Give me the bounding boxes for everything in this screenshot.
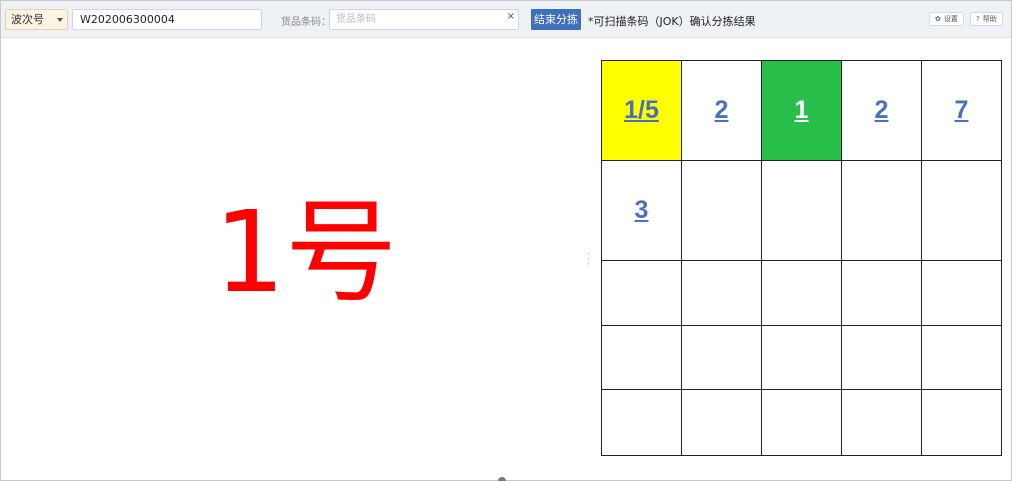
grid-row (601, 389, 1002, 456)
grid-cell (841, 389, 922, 456)
grid-cell-count[interactable]: 7 (955, 96, 969, 124)
grid-cell (921, 325, 1002, 390)
gear-icon: ✿ (935, 15, 941, 23)
question-icon: ? (976, 15, 980, 23)
wave-type-select[interactable]: 波次号 (5, 9, 68, 30)
help-label: 帮助 (982, 15, 997, 23)
grid-cell[interactable]: 2 (681, 60, 762, 161)
bottom-resize-handle[interactable] (498, 477, 506, 481)
grid-cell (601, 325, 682, 390)
grid-cell[interactable]: 2 (841, 60, 922, 161)
barcode-placeholder: 货品条码 (336, 14, 376, 25)
grid-cell (921, 260, 1002, 326)
grid-cell (841, 160, 922, 261)
grid-cell (921, 160, 1002, 261)
grid-cell[interactable]: 1 (761, 60, 842, 161)
grid-cell (681, 389, 762, 456)
grid-cell (841, 260, 922, 326)
settings-label: 设置 (943, 15, 958, 23)
panel-splitter-handle[interactable]: · · · (587, 251, 590, 270)
grid-cell[interactable]: 7 (921, 60, 1002, 161)
settings-button[interactable]: ✿ 设置 (929, 12, 964, 26)
grid-cell[interactable]: 3 (601, 160, 682, 261)
close-icon[interactable]: × (507, 10, 515, 24)
grid-cell (761, 325, 842, 390)
end-sorting-button[interactable]: 结束分拣 (531, 9, 581, 30)
chevron-down-icon (57, 18, 63, 22)
grid-cell (681, 260, 762, 326)
wave-type-label: 波次号 (11, 13, 44, 26)
grid-cell (761, 389, 842, 456)
grid-cell-count[interactable]: 2 (875, 96, 889, 124)
wave-number-input[interactable]: W202006300004 (72, 9, 262, 30)
scan-hint: *可扫描条码（JOK）确认分拣结果 (588, 15, 756, 28)
grid-cell-count[interactable]: 1 (795, 96, 809, 124)
grid-row (601, 260, 1002, 326)
grid-cell (921, 389, 1002, 456)
grid-cell (761, 160, 842, 261)
grid-row: 1/5 2 1 2 7 (601, 60, 1002, 161)
help-button[interactable]: ? 帮助 (970, 12, 1003, 26)
grid-cell (841, 325, 922, 390)
grid-cell-count[interactable]: 2 (715, 96, 729, 124)
barcode-input[interactable]: 货品条码 × (329, 9, 519, 30)
grid-cell (681, 160, 762, 261)
grid-cell (601, 389, 682, 456)
grid-cell (761, 260, 842, 326)
grid-cell-count[interactable]: 3 (635, 196, 649, 224)
grid-row (601, 325, 1002, 390)
grid-cell[interactable]: 1/5 (601, 60, 682, 161)
grid-row: 3 (601, 160, 1002, 261)
grid-cell-count[interactable]: 1/5 (624, 96, 659, 124)
barcode-label: 货品条码： (281, 17, 331, 28)
sorting-grid: 1/5 2 1 2 7 3 (601, 60, 1002, 456)
grid-cell (681, 325, 762, 390)
current-slot-label: 1号 (214, 188, 398, 318)
grid-cell (601, 260, 682, 326)
toolbar: 波次号 W202006300004 货品条码： 货品条码 × 结束分拣 *可扫描… (1, 1, 1011, 38)
